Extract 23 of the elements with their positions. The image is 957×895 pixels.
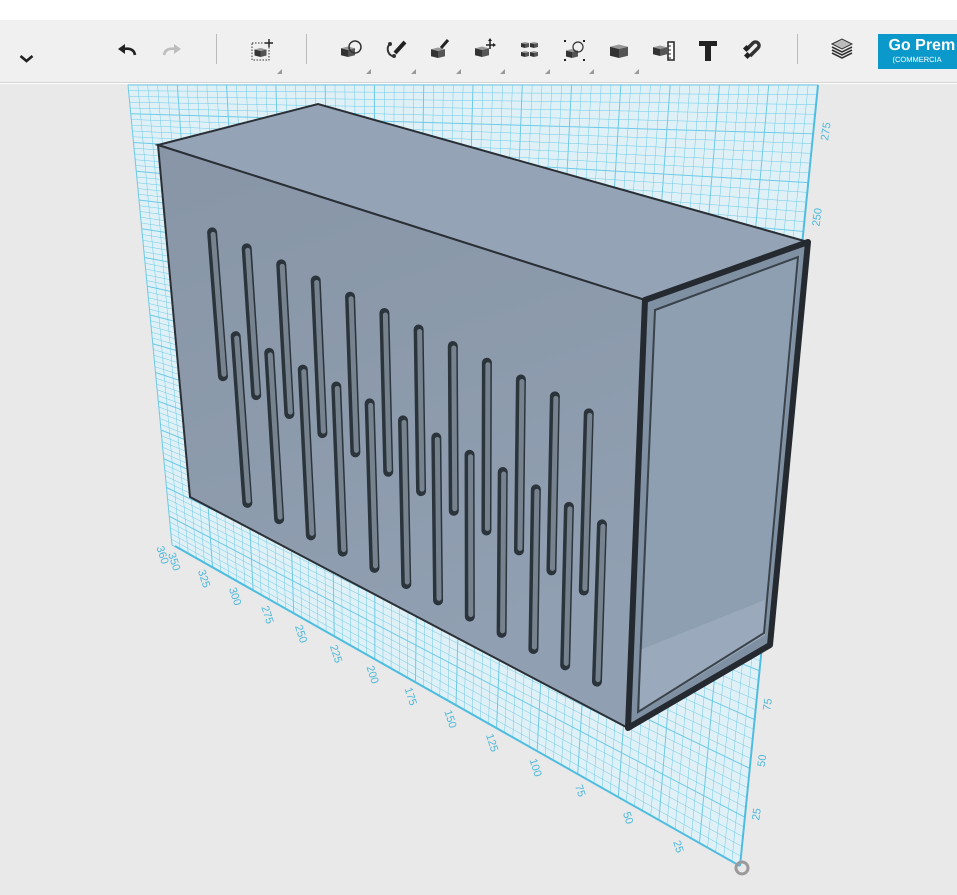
axis-label: 150 bbox=[441, 708, 458, 730]
axis-label: 250 bbox=[810, 207, 825, 228]
origin-marker bbox=[734, 860, 750, 876]
axis-label: 125 bbox=[483, 732, 500, 754]
axis-label: 325 bbox=[195, 568, 212, 590]
axis-label: 25 bbox=[670, 839, 686, 854]
axis-label: 300 bbox=[226, 586, 244, 608]
axis-label: 50 bbox=[756, 754, 770, 768]
axis-label: 25 bbox=[750, 807, 764, 822]
layers-icon bbox=[830, 38, 854, 62]
axis-label: 100 bbox=[526, 757, 544, 778]
axis-label: 200 bbox=[364, 664, 381, 686]
axis-label: 75 bbox=[572, 783, 588, 799]
axis-label: 275 bbox=[819, 122, 834, 142]
axis-label: 175 bbox=[402, 686, 419, 708]
axis-label: 225 bbox=[326, 643, 344, 665]
cube-move-icon bbox=[250, 38, 274, 62]
axis-label: 275 bbox=[258, 604, 276, 626]
axis-label: 50 bbox=[620, 810, 636, 826]
cube-dotted-icon bbox=[562, 38, 586, 62]
chevron-down-icon bbox=[18, 54, 34, 62]
axis-label: 75 bbox=[761, 698, 775, 712]
axis-label: 250 bbox=[292, 624, 310, 645]
